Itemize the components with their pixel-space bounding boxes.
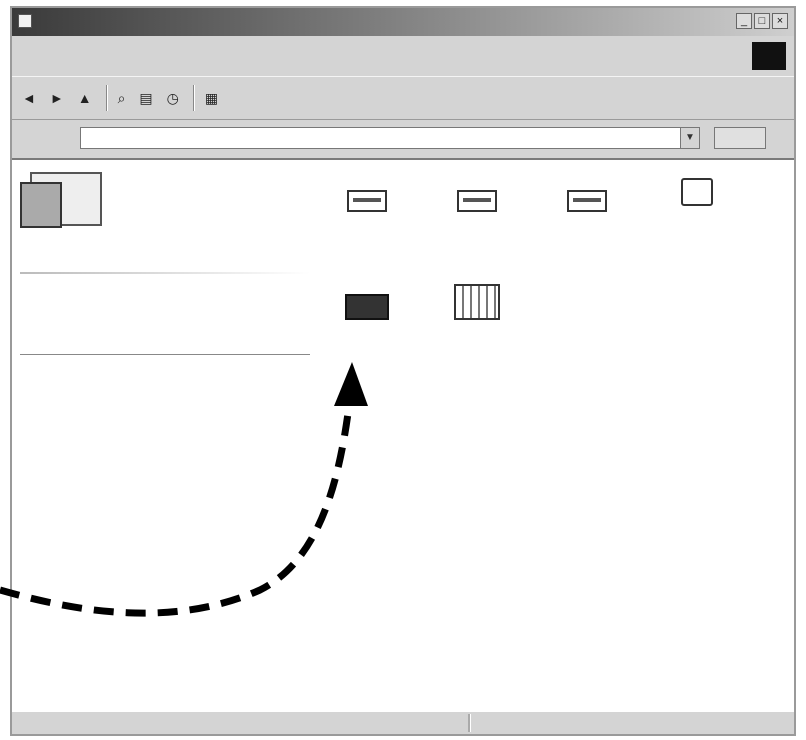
scheduled-tasks-icon: [454, 284, 500, 320]
history-button[interactable]: ◷: [167, 90, 183, 107]
minimize-button[interactable]: _: [736, 13, 752, 29]
maximize-button[interactable]: □: [754, 13, 770, 29]
folder-icon: [20, 172, 110, 230]
views-button[interactable]: ▦: [205, 90, 222, 107]
history-icon: ◷: [166, 89, 179, 106]
file-item[interactable]: [312, 294, 422, 326]
folders-icon: ▤: [139, 89, 153, 106]
control-panel-icon: [345, 294, 389, 320]
views-icon: ▦: [204, 89, 219, 106]
file-item[interactable]: [422, 284, 532, 326]
printer-icon: [681, 178, 713, 206]
file-item[interactable]: [312, 190, 422, 218]
window-controls: _ □ ×: [736, 13, 788, 29]
pane-link[interactable]: [20, 354, 310, 355]
up-folder-icon: ▲: [77, 90, 92, 106]
drive-icon: [457, 190, 497, 212]
up-button[interactable]: ▲: [78, 90, 96, 106]
search-button[interactable]: ⌕: [118, 90, 130, 107]
file-item[interactable]: [642, 178, 752, 212]
folder-view: [12, 158, 794, 712]
pane-divider: [20, 272, 310, 274]
standard-toolbar: ◄ ► ▲ ⌕ ▤ ◷ ▦: [12, 76, 794, 120]
folders-button[interactable]: ▤: [139, 90, 156, 107]
go-button[interactable]: [714, 127, 766, 149]
close-button[interactable]: ×: [772, 13, 788, 29]
file-item[interactable]: [532, 190, 642, 218]
forward-button[interactable]: ►: [50, 90, 68, 106]
explorer-window: _ □ × ◄ ► ▲ ⌕ ▤ ◷ ▦ ▼: [10, 6, 796, 736]
back-button[interactable]: ◄: [22, 90, 40, 106]
drive-icon: [347, 190, 387, 212]
chevron-down-icon[interactable]: ▼: [680, 128, 699, 148]
status-bar: [12, 711, 794, 734]
address-bar: ▼: [12, 122, 794, 154]
windows-logo: [752, 42, 786, 70]
file-icon-grid: [312, 178, 782, 398]
window-icon: [18, 14, 32, 28]
forward-arrow-icon: ►: [49, 90, 64, 106]
status-separator: [468, 714, 471, 732]
address-input[interactable]: ▼: [80, 127, 700, 149]
drive-icon: [567, 190, 607, 212]
title-bar[interactable]: _ □ ×: [12, 8, 794, 36]
back-arrow-icon: ◄: [22, 90, 36, 106]
menu-bar: [12, 38, 794, 72]
file-item[interactable]: [422, 190, 532, 218]
search-icon: ⌕: [117, 89, 126, 106]
toolbar-separator: [192, 85, 195, 111]
toolbar-separator: [105, 85, 108, 111]
